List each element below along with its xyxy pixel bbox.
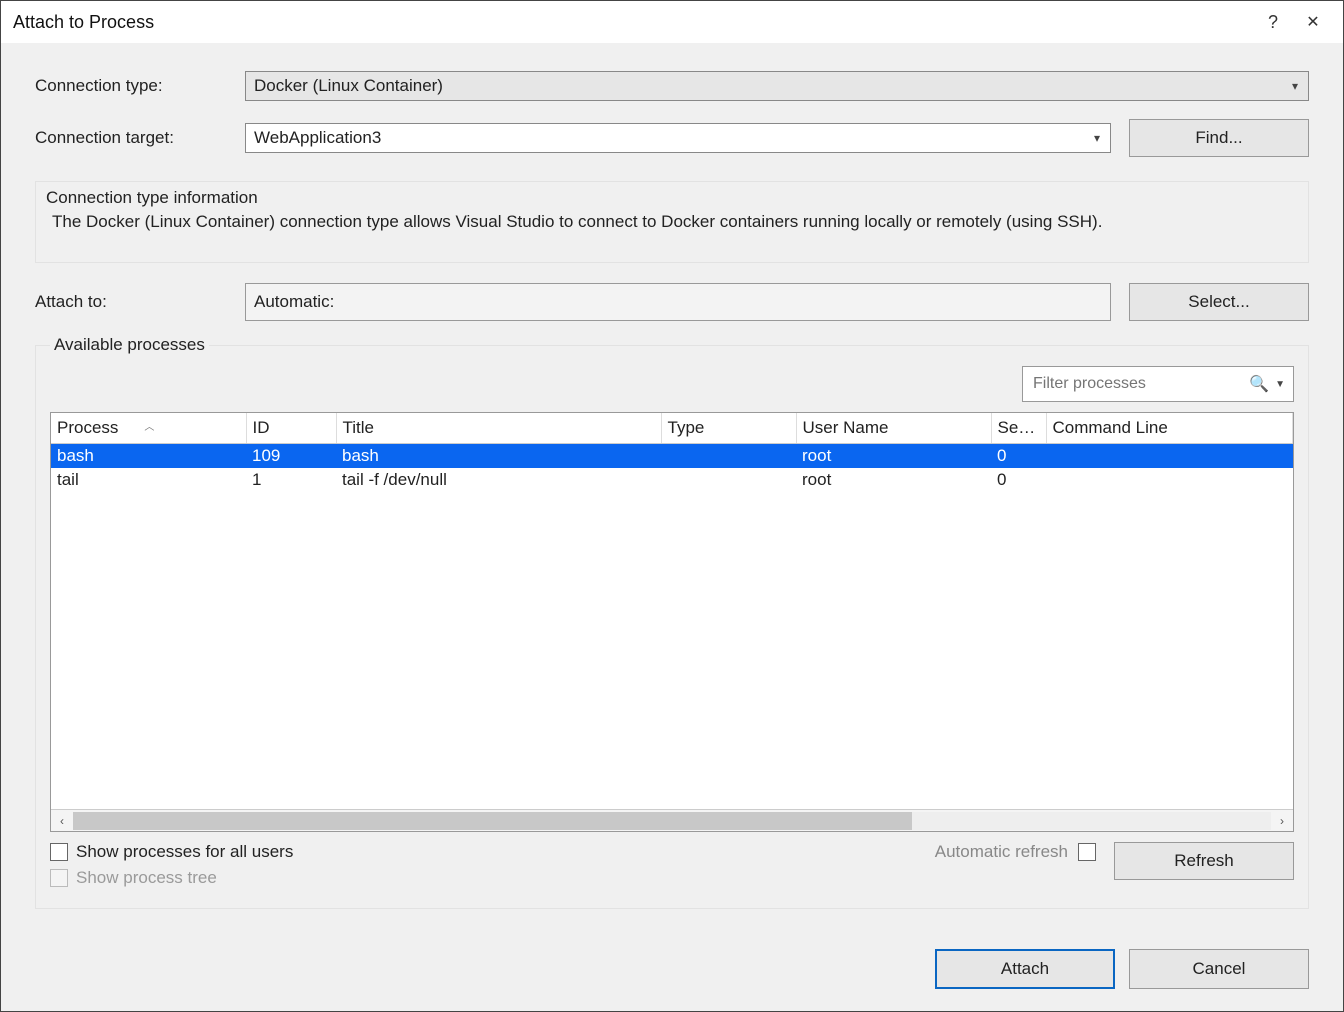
connection-target-dropdown[interactable]: WebApplication3 ▾ (245, 123, 1111, 153)
scroll-left-icon[interactable]: ‹ (51, 814, 73, 828)
connection-target-value: WebApplication3 (254, 128, 381, 148)
search-icon[interactable]: 🔍 (1249, 374, 1269, 394)
cell-type (661, 468, 796, 492)
chevron-down-icon: ▾ (1292, 79, 1298, 93)
filter-processes-box[interactable]: 🔍 ▼ (1022, 366, 1294, 402)
table-header-row[interactable]: Process︿ ID Title Type User Name Sess...… (51, 413, 1293, 444)
filter-dropdown-icon[interactable]: ▼ (1275, 379, 1285, 390)
connection-type-info-group: Connection type information The Docker (… (35, 181, 1309, 263)
table-row[interactable]: bash109bash root0 (51, 444, 1293, 469)
attach-to-label: Attach to: (35, 292, 245, 312)
chevron-down-icon: ▾ (1094, 131, 1100, 145)
cell-process: bash (51, 444, 246, 469)
cancel-button[interactable]: Cancel (1129, 949, 1309, 989)
cell-title: bash (336, 444, 661, 469)
automatic-refresh-row[interactable]: Automatic refresh (935, 842, 1096, 862)
column-header-id[interactable]: ID (246, 413, 336, 444)
scroll-track[interactable] (73, 812, 1271, 830)
titlebar: Attach to Process ? ✕ (1, 1, 1343, 43)
automatic-refresh-label: Automatic refresh (935, 842, 1068, 862)
dialog-title: Attach to Process (13, 12, 1253, 33)
show-all-users-checkbox-row[interactable]: Show processes for all users (50, 842, 935, 862)
connection-target-label: Connection target: (35, 128, 245, 148)
column-header-type[interactable]: Type (661, 413, 796, 444)
connection-type-label: Connection type: (35, 76, 245, 96)
cell-type (661, 444, 796, 469)
column-header-command[interactable]: Command Line (1046, 413, 1293, 444)
connection-type-info-text: The Docker (Linux Container) connection … (46, 212, 1298, 232)
connection-type-value: Docker (Linux Container) (254, 76, 443, 96)
horizontal-scrollbar[interactable]: ‹ › (51, 809, 1293, 831)
attach-to-process-dialog: Attach to Process ? ✕ Connection type: D… (0, 0, 1344, 1012)
cell-user: root (796, 468, 991, 492)
connection-type-info-title: Connection type information (46, 188, 1298, 208)
available-processes-group: Available processes 🔍 ▼ (35, 345, 1309, 909)
find-button[interactable]: Find... (1129, 119, 1309, 157)
close-button[interactable]: ✕ (1293, 12, 1333, 32)
filter-processes-input[interactable] (1031, 374, 1249, 394)
show-process-tree-label: Show process tree (76, 868, 217, 888)
cell-cmd (1046, 444, 1293, 469)
column-header-user[interactable]: User Name (796, 413, 991, 444)
cell-process: tail (51, 468, 246, 492)
select-button[interactable]: Select... (1129, 283, 1309, 321)
connection-type-dropdown[interactable]: Docker (Linux Container) ▾ (245, 71, 1309, 101)
show-process-tree-checkbox (50, 869, 68, 887)
cell-sess: 0 (991, 444, 1046, 469)
cell-title: tail -f /dev/null (336, 468, 661, 492)
show-all-users-checkbox[interactable] (50, 843, 68, 861)
cell-cmd (1046, 468, 1293, 492)
available-processes-title: Available processes (50, 335, 209, 355)
scroll-right-icon[interactable]: › (1271, 814, 1293, 828)
column-header-title[interactable]: Title (336, 413, 661, 444)
show-process-tree-checkbox-row: Show process tree (50, 868, 935, 888)
dialog-body: Connection type: Docker (Linux Container… (1, 43, 1343, 927)
refresh-button[interactable]: Refresh (1114, 842, 1294, 880)
column-header-session[interactable]: Sess... (991, 413, 1046, 444)
help-button[interactable]: ? (1253, 12, 1293, 33)
dialog-footer: Attach Cancel (1, 927, 1343, 1011)
table-row[interactable]: tail1tail -f /dev/null root0 (51, 468, 1293, 492)
cell-id: 109 (246, 444, 336, 469)
scroll-thumb[interactable] (73, 812, 912, 830)
cell-sess: 0 (991, 468, 1046, 492)
attach-button[interactable]: Attach (935, 949, 1115, 989)
cell-user: root (796, 444, 991, 469)
process-table-wrap: Process︿ ID Title Type User Name Sess...… (50, 412, 1294, 832)
process-table[interactable]: Process︿ ID Title Type User Name Sess...… (51, 413, 1293, 492)
attach-to-field: Automatic: (245, 283, 1111, 321)
cell-id: 1 (246, 468, 336, 492)
column-header-process[interactable]: Process︿ (51, 413, 246, 444)
sort-asc-icon: ︿ (144, 422, 154, 433)
automatic-refresh-checkbox[interactable] (1078, 843, 1096, 861)
show-all-users-label: Show processes for all users (76, 842, 293, 862)
